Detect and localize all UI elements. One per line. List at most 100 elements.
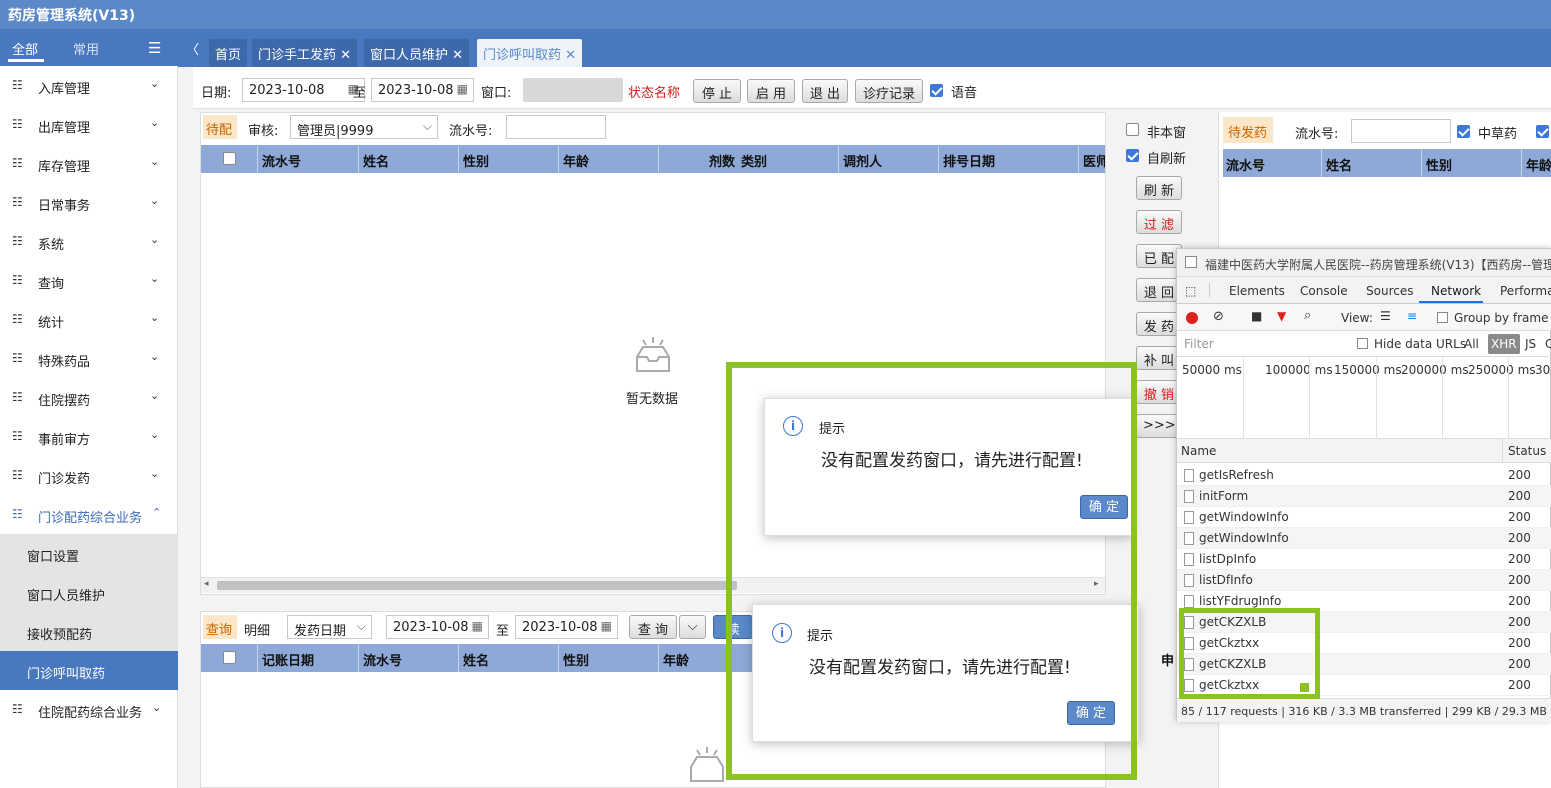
request-row[interactable]: listDfInfo 200 (1177, 570, 1551, 591)
col-status[interactable]: Status (1508, 444, 1546, 458)
tab-performance[interactable]: Performan (1500, 284, 1551, 298)
query-button[interactable]: 查 询 (629, 615, 677, 639)
herbal-checkbox[interactable] (1457, 125, 1470, 138)
query-dropdown-button[interactable]: ⌵ (679, 615, 706, 639)
sidebar-tab-all[interactable]: 全部 (12, 39, 38, 58)
request-row[interactable]: getIsRefresh 200 (1177, 465, 1551, 486)
col-serial[interactable]: 流水号 (363, 650, 402, 669)
col-account-date[interactable]: 记账日期 (262, 650, 314, 669)
sidebar-item-stats[interactable]: ☷ 统计 ⌄ (0, 300, 178, 339)
sidebar-item-stock[interactable]: ☷ 库存管理 ⌄ (0, 144, 178, 183)
non-window-checkbox[interactable] (1126, 123, 1139, 136)
date-from-input[interactable]: 2023-10-08 ▦ (242, 78, 365, 102)
col-age[interactable]: 年龄 (663, 650, 689, 669)
tab-sources[interactable]: Sources (1366, 284, 1413, 298)
right-serial-input[interactable] (1351, 119, 1451, 143)
filter-icon[interactable]: ▼ (1277, 309, 1286, 323)
request-row[interactable]: getWindowInfo 200 (1177, 528, 1551, 549)
col-gender[interactable]: 性别 (463, 151, 489, 170)
tab-outpatient-call[interactable]: 门诊呼叫取药 ✕ (477, 39, 583, 67)
close-icon[interactable]: ✕ (452, 48, 463, 63)
col-doses[interactable]: 剂数 (709, 151, 735, 170)
type-all[interactable]: All (1464, 337, 1479, 351)
record-icon[interactable] (1186, 312, 1198, 324)
tab-console[interactable]: Console (1300, 284, 1348, 298)
sidebar-item-system[interactable]: ☷ 系统 ⌄ (0, 222, 178, 261)
auto-refresh-checkbox[interactable] (1126, 149, 1139, 162)
type-css[interactable]: C (1545, 337, 1551, 351)
sidebar-item-inpatient-compound[interactable]: ☷ 住院配药综合业务 ⌄ (0, 690, 178, 729)
col-age[interactable]: 年龄 (563, 151, 589, 170)
type-js[interactable]: JS (1525, 337, 1536, 351)
submenu-outpatient-call[interactable]: 门诊呼叫取药 (0, 651, 178, 690)
voice-checkbox[interactable] (930, 84, 943, 97)
search-icon[interactable]: ⌕ (1304, 308, 1311, 323)
serial-input[interactable] (506, 115, 606, 139)
window-select[interactable] (523, 78, 623, 102)
sidebar-item-outpatient-compound[interactable]: ☷ 门诊配药综合业务 ⌃ (0, 495, 178, 534)
tab-network[interactable]: Network (1431, 284, 1481, 298)
exit-button[interactable]: 退 出 (802, 79, 848, 103)
submenu-receive-preconfig[interactable]: 接收预配药 (0, 612, 178, 651)
sidebar-item-prereview[interactable]: ☷ 事前审方 ⌄ (0, 417, 178, 456)
type-xhr[interactable]: XHR (1488, 334, 1520, 354)
menu-toggle-icon[interactable]: ☰ (148, 39, 161, 57)
col-category[interactable]: 类别 (741, 151, 767, 170)
chevron-left-icon[interactable]: 〈 (186, 39, 199, 58)
right-col-serial[interactable]: 流水号 (1226, 155, 1265, 174)
scroll-left-icon[interactable]: ◂ (204, 579, 209, 589)
request-row[interactable]: initForm 200 (1177, 486, 1551, 507)
detail-tab[interactable]: 明细 (244, 620, 270, 639)
right-col-gender[interactable]: 性别 (1426, 155, 1452, 174)
stop-button[interactable]: 停 止 (693, 79, 741, 103)
date-type-select[interactable]: 发药日期 ⌵ (287, 615, 372, 639)
sidebar-item-inpatient-dispense[interactable]: ☷ 住院摆药 ⌄ (0, 378, 178, 417)
sidebar-item-daily[interactable]: ☷ 日常事务 ⌄ (0, 183, 178, 222)
waterfall-icon[interactable]: ≡ (1407, 309, 1417, 323)
col-serial[interactable]: 流水号 (262, 151, 301, 170)
filter-button[interactable]: 过 滤 (1136, 210, 1182, 234)
close-icon[interactable]: ✕ (340, 48, 351, 63)
sidebar-tab-common[interactable]: 常用 (73, 39, 99, 58)
filter-input[interactable]: Filter (1180, 334, 1350, 353)
list-view-icon[interactable]: ☰ (1380, 309, 1391, 323)
col-dispenser[interactable]: 调剂人 (843, 151, 882, 170)
tab-elements[interactable]: Elements (1229, 284, 1285, 298)
col-apply[interactable]: 申 (1161, 650, 1174, 669)
col-queue-date[interactable]: 排号日期 (943, 151, 995, 170)
col-doctor[interactable]: 医师 (1083, 151, 1105, 170)
devtools-titlebar[interactable]: 福建中医药大学附属人民医院--药房管理系统(V13)【西药房--管理 (1177, 249, 1551, 277)
sidebar-item-outpatient-dispense[interactable]: ☷ 门诊发药 ⌄ (0, 456, 178, 495)
query-tab[interactable]: 查询 (203, 615, 237, 639)
select-all-checkbox[interactable] (223, 152, 236, 165)
sidebar-item-inbound[interactable]: ☷ 入库管理 ⌄ (0, 66, 178, 105)
extra-checkbox[interactable] (1536, 125, 1549, 138)
sidebar-item-outbound[interactable]: ☷ 出库管理 ⌄ (0, 105, 178, 144)
sidebar-item-query[interactable]: ☷ 查询 ⌄ (0, 261, 178, 300)
tab-manual-dispense[interactable]: 门诊手工发药 ✕ (252, 39, 358, 67)
col-name[interactable]: Name (1181, 444, 1216, 458)
close-icon[interactable]: ✕ (565, 48, 576, 63)
refresh-button[interactable]: 刷 新 (1136, 176, 1182, 200)
scrollbar-thumb[interactable] (217, 581, 737, 590)
reviewer-select[interactable]: 管理员|9999 ⌵ (290, 115, 438, 139)
col-name[interactable]: 姓名 (463, 650, 489, 669)
enable-button[interactable]: 启 用 (747, 79, 795, 103)
col-name[interactable]: 姓名 (363, 151, 389, 170)
submenu-window-settings[interactable]: 窗口设置 (0, 534, 178, 573)
inspect-icon[interactable]: ⬚ (1185, 284, 1196, 298)
col-gender[interactable]: 性别 (563, 650, 589, 669)
lower-date-from[interactable]: 2023-10-08 ▦ (386, 615, 489, 639)
clear-icon[interactable]: ⊘ (1213, 309, 1224, 324)
request-row[interactable]: getWindowInfo 200 (1177, 507, 1551, 528)
records-button[interactable]: 诊疗记录 (855, 79, 923, 103)
hide-data-urls-checkbox[interactable] (1357, 338, 1368, 349)
lower-date-to[interactable]: 2023-10-08 ▦ (515, 615, 618, 639)
date-to-input[interactable]: 2023-10-08 ▦ (371, 78, 474, 102)
submenu-window-staff[interactable]: 窗口人员维护 (0, 573, 178, 612)
sidebar-item-special-drugs[interactable]: ☷ 特殊药品 ⌄ (0, 339, 178, 378)
right-col-name[interactable]: 姓名 (1326, 155, 1352, 174)
right-col-age[interactable]: 年龄 (1526, 155, 1551, 174)
group-by-frame-checkbox[interactable] (1437, 312, 1448, 323)
tab-home[interactable]: 首页 (209, 39, 248, 67)
